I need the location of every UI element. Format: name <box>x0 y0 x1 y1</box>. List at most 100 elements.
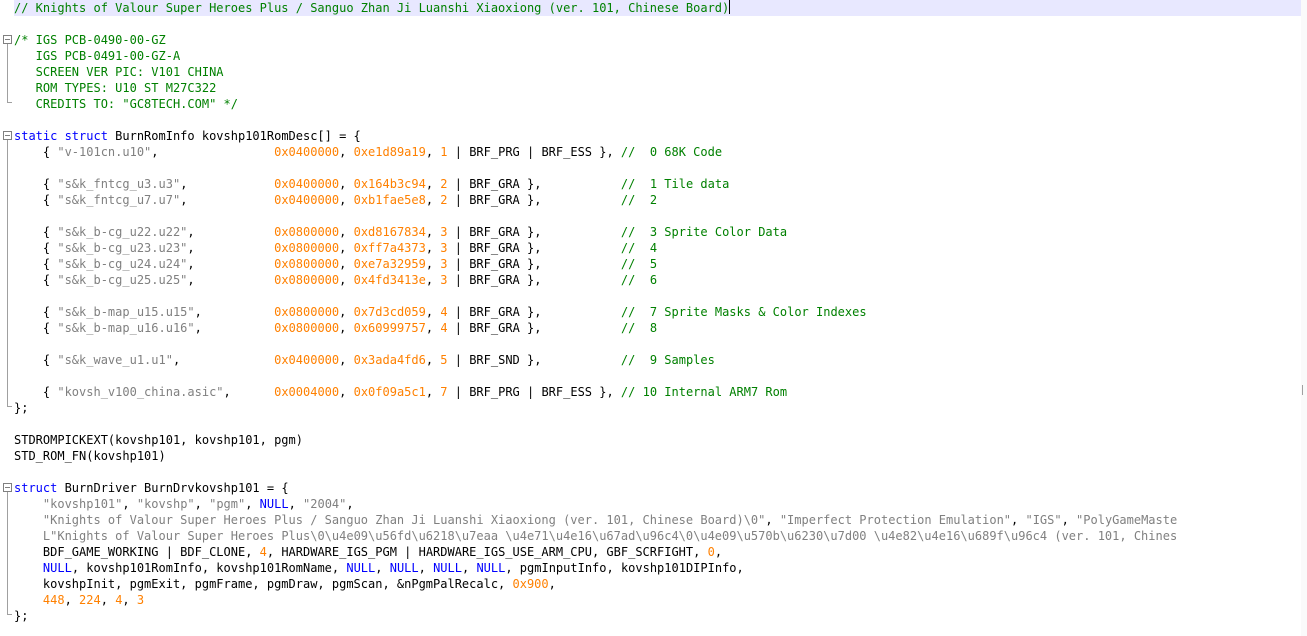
code-line[interactable]: { "s&k_fntcg_u7.u7", 0x0400000, 0xb1fae5… <box>14 192 1301 208</box>
token-number: 0x0800000 <box>274 321 340 335</box>
token-default: , <box>100 593 116 607</box>
code-line[interactable]: { "s&k_b-cg_u22.u22", 0x0800000, 0xd8167… <box>14 224 1301 240</box>
code-line[interactable]: }; <box>14 400 1301 416</box>
code-editor[interactable]: // Knights of Valour Super Heroes Plus /… <box>0 0 1307 636</box>
code-line[interactable]: CREDITS TO: "GC8TECH.COM" */ <box>14 96 1301 112</box>
code-line[interactable]: { "s&k_b-map_u15.u15", 0x0800000, 0x7d3c… <box>14 304 1301 320</box>
code-line[interactable] <box>14 160 1301 176</box>
fold-toggle-comment-icon[interactable] <box>3 35 12 44</box>
code-line[interactable]: NULL, kovshp101RomInfo, kovshp101RomName… <box>14 560 1301 576</box>
code-line[interactable]: struct BurnDriver BurnDrvkovshp101 = { <box>14 480 1301 496</box>
token-default: }; <box>14 401 29 415</box>
token-number: 0xb1fae5e8 <box>353 193 426 207</box>
code-line[interactable]: { "s&k_b-cg_u25.u25", 0x0800000, 0x4fd34… <box>14 272 1301 288</box>
token-default: , <box>425 321 441 335</box>
fold-toggle-driver-icon[interactable] <box>3 483 12 492</box>
token-number: 3 <box>440 241 448 255</box>
token-default: , <box>194 305 275 319</box>
token-default: , <box>339 273 354 287</box>
token-number: 7 <box>440 385 448 399</box>
token-number: 4 <box>259 545 267 559</box>
token-keyword: struct <box>14 481 58 495</box>
token-comment: SCREEN VER PIC: V101 CHINA <box>14 65 224 79</box>
token-number: 2 <box>440 177 448 191</box>
token-default: { <box>14 225 58 239</box>
token-number: 4 <box>440 305 448 319</box>
token-default: , <box>339 225 354 239</box>
vertical-scrollbar[interactable] <box>1301 0 1307 636</box>
code-line[interactable] <box>14 368 1301 384</box>
code-line[interactable]: { "s&k_b-map_u16.u16", 0x0800000, 0x6099… <box>14 320 1301 336</box>
token-default: { <box>14 177 58 191</box>
code-line[interactable]: { "s&k_b-cg_u24.u24", 0x0800000, 0xe7a32… <box>14 256 1301 272</box>
code-line[interactable]: static struct BurnRomInfo kovshp101RomDe… <box>14 128 1301 144</box>
token-number: 3 <box>136 593 145 607</box>
code-line[interactable] <box>14 416 1301 432</box>
token-default: | BRF_GRA }, <box>447 273 621 287</box>
code-line[interactable]: ROM TYPES: U10 ST M27C322 <box>14 80 1301 96</box>
code-line[interactable] <box>14 16 1301 32</box>
token-keyword: NULL <box>433 561 462 575</box>
token-default: , kovshp101RomInfo, kovshp101RomName, <box>71 561 347 575</box>
token-default: , <box>172 353 275 367</box>
fold-guide-line <box>7 140 8 406</box>
token-default: , <box>180 177 275 191</box>
code-line[interactable]: { "s&k_b-cg_u23.u23", 0x0800000, 0xff7a4… <box>14 240 1301 256</box>
token-comment: // 3 Sprite Color Data <box>620 225 788 239</box>
token-number: 0x3ada4fd6 <box>353 353 426 367</box>
code-line[interactable]: { "s&k_fntcg_u3.u3", 0x0400000, 0x164b3c… <box>14 176 1301 192</box>
token-default: , <box>339 241 354 255</box>
code-line[interactable] <box>14 464 1301 480</box>
code-line[interactable]: "kovshp101", "kovshp", "pgm", NULL, "200… <box>14 496 1301 512</box>
token-comment: // 10 Internal ARM7 Rom <box>620 385 788 399</box>
token-default: | BRF_GRA }, <box>447 225 621 239</box>
token-number: 0x0800000 <box>274 241 340 255</box>
code-line[interactable]: IGS PCB-0491-00-GZ-A <box>14 48 1301 64</box>
token-default: { <box>14 273 58 287</box>
token-string: "s&k_b-map_u15.u15" <box>57 305 195 319</box>
code-line[interactable]: "Knights of Valour Super Heroes Plus / S… <box>14 512 1301 528</box>
code-line[interactable]: { "kovsh_v100_china.asic", 0x0004000, 0x… <box>14 384 1301 400</box>
code-line[interactable]: /* IGS PCB-0490-00-GZ <box>14 32 1301 48</box>
code-line[interactable] <box>14 288 1301 304</box>
token-number: 0x0800000 <box>274 257 340 271</box>
code-line[interactable]: { "s&k_wave_u1.u1", 0x0400000, 0x3ada4fd… <box>14 352 1301 368</box>
token-default: STDROMPICKEXT(kovshp101, kovshp101, pgm) <box>14 433 303 447</box>
code-line[interactable] <box>14 336 1301 352</box>
token-number: 0x60999757 <box>353 321 426 335</box>
token-number: 0x0400000 <box>274 177 340 191</box>
token-default: , <box>425 305 441 319</box>
code-line[interactable]: { "v-101cn.u10", 0x0400000, 0xe1d89a19, … <box>14 144 1301 160</box>
token-string: "kovshp" <box>136 497 195 511</box>
token-comment: // Knights of Valour Super Heroes Plus /… <box>14 1 730 15</box>
code-line[interactable]: kovshpInit, pgmExit, pgmFrame, pgmDraw, … <box>14 576 1301 592</box>
code-line[interactable] <box>14 208 1301 224</box>
code-line[interactable]: SCREEN VER PIC: V101 CHINA <box>14 64 1301 80</box>
token-string: "2004" <box>303 497 347 511</box>
code-line[interactable] <box>14 112 1301 128</box>
token-keyword: NULL <box>476 561 506 575</box>
fold-end-mark <box>7 406 12 407</box>
token-comment: // 7 Sprite Masks & Color Indexes <box>620 305 867 319</box>
code-line[interactable]: 448, 224, 4, 3 <box>14 592 1301 608</box>
token-number: 448 <box>42 593 65 607</box>
code-line[interactable]: STD_ROM_FN(kovshp101) <box>14 448 1301 464</box>
code-line-current[interactable]: // Knights of Valour Super Heroes Plus /… <box>14 0 1301 16</box>
code-line[interactable]: }; <box>14 608 1301 624</box>
token-default: BurnDriver BurnDrvkovshp101 = { <box>57 481 289 495</box>
token-default <box>14 497 43 511</box>
token-comment: IGS PCB-0491-00-GZ-A <box>14 49 181 63</box>
fold-toggle-romdesc-icon[interactable] <box>3 131 12 140</box>
token-default: | BRF_GRA }, <box>447 193 621 207</box>
token-default: , <box>151 145 275 159</box>
code-line[interactable]: BDF_GAME_WORKING | BDF_CLONE, 4, HARDWAR… <box>14 544 1301 560</box>
token-default: , <box>339 385 354 399</box>
token-comment: // 5 <box>620 257 658 271</box>
token-default: , <box>425 257 441 271</box>
code-line[interactable]: L"Knights of Valour Super Heroes Plus\0\… <box>14 528 1301 544</box>
code-line[interactable]: STDROMPICKEXT(kovshp101, kovshp101, pgm) <box>14 432 1301 448</box>
token-default: , <box>122 497 137 511</box>
token-keyword: NULL <box>42 561 72 575</box>
token-default: , <box>245 497 260 511</box>
token-number: 0x900 <box>512 577 549 591</box>
